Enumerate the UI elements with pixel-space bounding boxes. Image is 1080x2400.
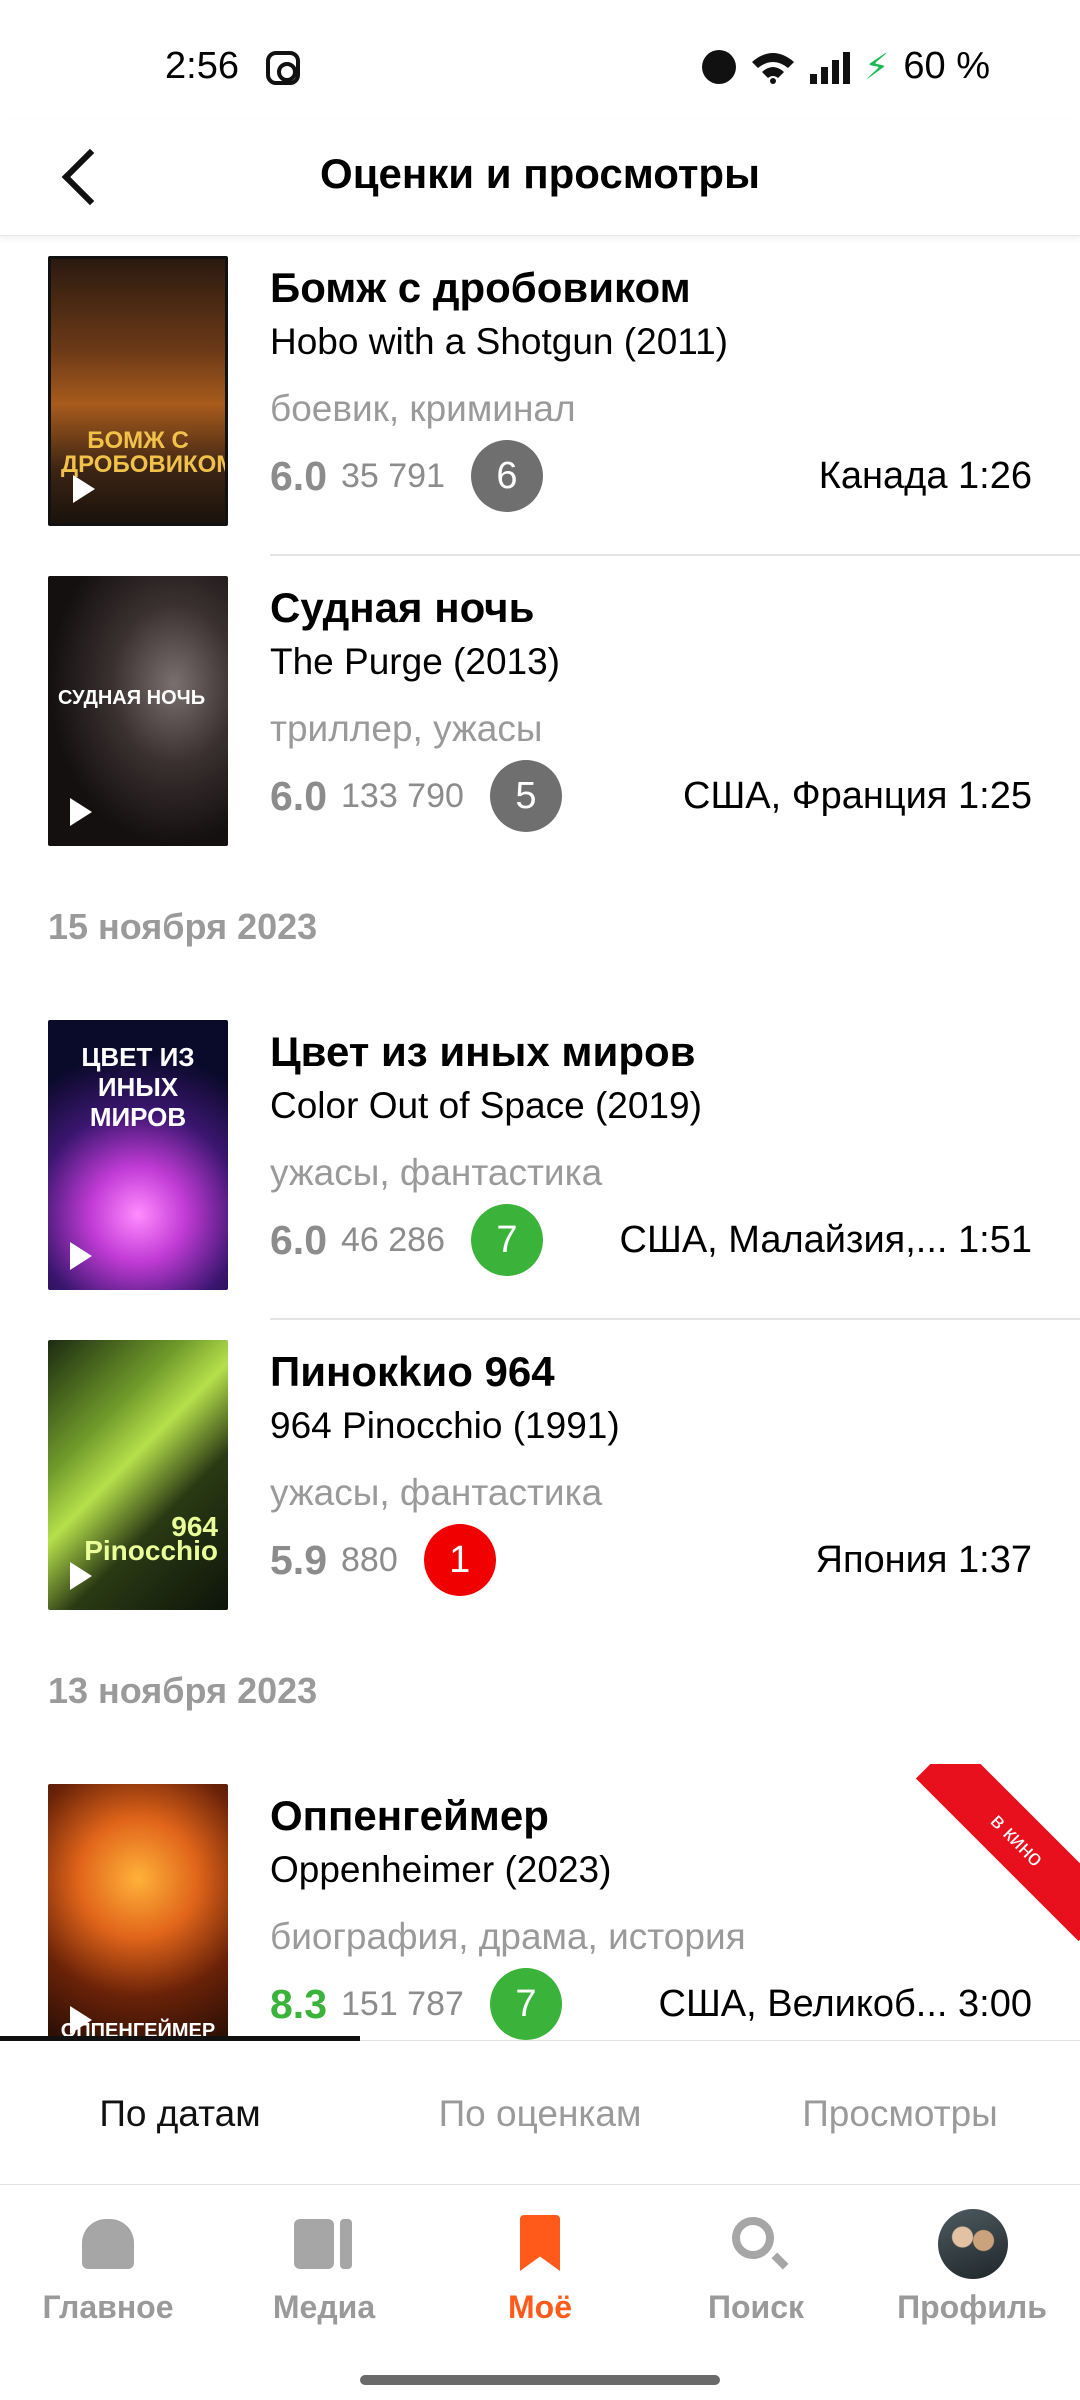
date-header: 15 ноября 2023 (48, 906, 318, 947)
nav-mine[interactable]: Моё (432, 2213, 648, 2353)
poster-image[interactable]: 964 Pinocchio (48, 1340, 228, 1610)
original-title: Hobo with a Shotgun (2011) (270, 321, 729, 362)
item-stats: 6.0 133 790 5 США, Франция 1:25 (270, 760, 1032, 832)
original-title: Oppenheimer (2023) (270, 1849, 612, 1890)
movie-title: Цвет из иных миров (270, 1028, 696, 1075)
avatar (938, 2209, 1008, 2279)
poster-caption: БОМЖ С ДРОБОВИКОМ (61, 427, 228, 478)
poster-caption: ЦВЕТ ИЗ ИНЫХ МИРОВ (81, 1042, 195, 1132)
nav-label: Профиль (897, 2289, 1047, 2325)
votes-count: 35 791 (341, 456, 445, 495)
nav-profile[interactable]: Профиль (864, 2209, 1080, 2353)
genres: ужасы, фантастика (270, 1152, 603, 1193)
my-score-badge: 7 (489, 1968, 562, 2040)
movie-title: Пинокkио 964 (270, 1348, 555, 1395)
rating: 8.3 (270, 1980, 327, 2027)
rating: 6.0 (270, 1216, 327, 1263)
votes-count: 880 (341, 1540, 398, 1579)
in-cinema-ribbon: в кино (915, 1764, 1080, 1942)
original-title: The Purge (2013) (270, 641, 561, 682)
genres: биография, драма, история (270, 1916, 746, 1957)
tab-by-rating[interactable]: По оценкам (360, 2041, 720, 2186)
votes-count: 151 787 (341, 1984, 464, 2023)
rating: 6.0 (270, 452, 327, 499)
date-header: 13 ноября 2023 (48, 1670, 318, 1711)
home-indicator[interactable] (360, 2375, 720, 2385)
item-stats: 6.0 46 286 7 США, Малайзия,... 1:51 (270, 1204, 1032, 1276)
list-item[interactable]: БОМЖ С ДРОБОВИКОМ Бомж с дробовиком Hobo… (0, 236, 1080, 556)
votes-count: 46 286 (341, 1220, 445, 1259)
poster-image[interactable]: ЦВЕТ ИЗ ИНЫХ МИРОВ (48, 1020, 228, 1290)
ratings-list[interactable]: БОМЖ С ДРОБОВИКОМ Бомж с дробовиком Hobo… (0, 236, 1080, 2040)
poster-image[interactable]: БОМЖ С ДРОБОВИКОМ (48, 256, 228, 526)
nav-home[interactable]: Главное (0, 2213, 216, 2353)
movie-title: Судная ночь (270, 584, 535, 631)
status-icons: ⚡ 60 % (702, 45, 990, 88)
play-icon (73, 475, 95, 503)
country-duration: США, Великоб... 3:00 (658, 1982, 1033, 2025)
poster-image[interactable]: ОППЕНГЕЙМЕР (48, 1784, 228, 2040)
genres: боевик, криминал (270, 388, 576, 429)
genres: триллер, ужасы (270, 708, 543, 749)
page-title: Оценки и просмотры (320, 150, 760, 197)
list-item[interactable]: ОППЕНГЕЙМЕР в кино Оппенгеймер Oppenheim… (0, 1764, 1080, 2040)
my-score-badge: 6 (471, 440, 543, 512)
item-stats: 6.0 35 791 6 Канада 1:26 (270, 440, 1032, 512)
battery-level: 60 % (903, 45, 990, 87)
item-stats: 5.9 880 1 Япония 1:37 (270, 1524, 1032, 1596)
list-item[interactable]: 964 Pinocchio Пинокkио 964 964 Pinocchio… (0, 1320, 1080, 1640)
nav-label: Моё (508, 2289, 572, 2325)
status-bar: 2:56 ⚡ 60 % (0, 0, 1080, 120)
bookmark-icon (520, 2215, 560, 2271)
play-icon (70, 798, 92, 826)
movie-title: Оппенгеймер (270, 1792, 549, 1839)
rating: 5.9 (270, 1536, 327, 1583)
poster-image[interactable]: СУДНАЯ НОЧЬ (48, 576, 228, 846)
play-icon (70, 1562, 92, 1590)
votes-count: 133 790 (341, 776, 464, 815)
poster-caption: 964 Pinocchio (84, 1511, 218, 1566)
tab-views[interactable]: Просмотры (720, 2041, 1080, 2186)
my-score-badge: 1 (423, 1524, 496, 1596)
signal-icon (810, 50, 851, 84)
charging-icon: ⚡ (864, 45, 890, 87)
country-duration: Канада 1:26 (818, 454, 1032, 497)
poster-caption: СУДНАЯ НОЧЬ (58, 687, 206, 709)
movie-title: Бомж с дробовиком (270, 264, 691, 311)
tab-by-date[interactable]: По датам (0, 2041, 360, 2186)
item-stats: 8.3 151 787 7 США, Великоб... 3:00 (270, 1968, 1033, 2040)
original-title: 964 Pinocchio (1991) (270, 1405, 620, 1446)
nav-label: Медиа (272, 2289, 376, 2325)
genres: ужасы, фантастика (270, 1472, 603, 1513)
my-score-badge: 7 (471, 1204, 543, 1276)
status-time: 2:56 (165, 45, 239, 87)
nav-label: Поиск (707, 2289, 805, 2325)
original-title: Color Out of Space (2019) (270, 1085, 702, 1126)
bottom-nav: Главное Медиа Моё Поиск Профиль (0, 2185, 1080, 2400)
rating: 6.0 (270, 772, 327, 819)
media-icon (294, 2213, 354, 2273)
nav-media[interactable]: Медиа (216, 2213, 432, 2353)
screen: 2:56 ⚡ 60 % Оценки и просмотры БОМЖ С ДР… (0, 0, 1080, 2400)
country-duration: США, Франция 1:25 (683, 774, 1032, 817)
sort-tabs: По датам По оценкам Просмотры (0, 2036, 1080, 2186)
list-item[interactable]: ЦВЕТ ИЗ ИНЫХ МИРОВ Цвет из иных миров Co… (0, 1000, 1080, 1320)
play-icon (70, 1242, 92, 1270)
alarm-icon (702, 49, 737, 84)
country-duration: США, Малайзия,... 1:51 (619, 1218, 1032, 1261)
country-duration: Япония 1:37 (815, 1538, 1032, 1581)
instagram-icon (266, 51, 300, 85)
my-score-badge: 5 (489, 760, 562, 832)
home-icon (82, 2219, 134, 2269)
nav-label: Главное (42, 2289, 174, 2325)
nav-search[interactable]: Поиск (648, 2213, 864, 2353)
search-icon (732, 2217, 774, 2259)
header: Оценки и просмотры (0, 120, 1080, 236)
wifi-icon (752, 52, 795, 84)
play-icon (70, 2006, 92, 2034)
list-item[interactable]: СУДНАЯ НОЧЬ Судная ночь The Purge (2013)… (0, 556, 1080, 876)
